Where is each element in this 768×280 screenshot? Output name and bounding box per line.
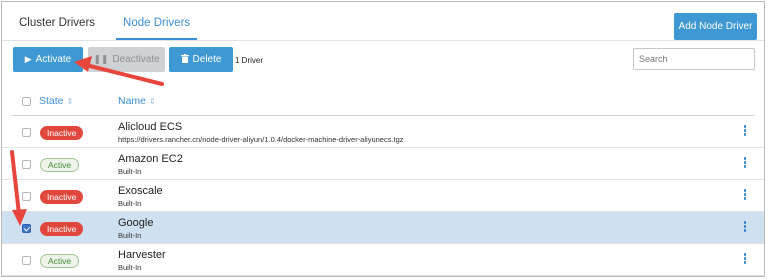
trash-icon bbox=[180, 54, 189, 65]
row-checkbox[interactable] bbox=[22, 224, 31, 233]
node-drivers-panel: Cluster Drivers Node Drivers Add Node Dr… bbox=[1, 1, 765, 277]
search-input[interactable] bbox=[633, 48, 755, 70]
tabs-divider bbox=[2, 40, 764, 41]
driver-detail: Built-In bbox=[118, 199, 142, 208]
driver-detail: https://drivers.rancher.cn/node-driver-a… bbox=[118, 135, 404, 144]
state-column-header[interactable]: State ⇕ bbox=[39, 95, 73, 107]
pause-icon: ❚❚ bbox=[93, 54, 109, 64]
table-row[interactable]: Active Harvester Built-In bbox=[2, 244, 764, 276]
table-row[interactable]: Inactive Alicloud ECS https://drivers.ra… bbox=[2, 116, 764, 148]
driver-detail: Built-In bbox=[118, 231, 142, 240]
delete-button[interactable]: Delete bbox=[169, 47, 233, 72]
status-badge: Inactive bbox=[40, 222, 84, 236]
row-checkbox[interactable] bbox=[22, 128, 31, 137]
activate-label: Activate bbox=[35, 54, 72, 65]
row-checkbox[interactable] bbox=[22, 192, 31, 201]
activate-button[interactable]: ▶ Activate bbox=[13, 47, 83, 72]
table-row[interactable]: Inactive Exoscale Built-In bbox=[2, 180, 764, 212]
table-row[interactable]: Inactive Google Built-In bbox=[2, 212, 764, 244]
table-row[interactable]: Active Amazon EC2 Built-In bbox=[2, 148, 764, 180]
driver-tabs: Cluster Drivers Node Drivers bbox=[2, 2, 198, 40]
kebab-menu-icon[interactable] bbox=[741, 221, 749, 235]
deactivate-label: Deactivate bbox=[112, 54, 160, 65]
add-node-driver-button[interactable]: Add Node Driver bbox=[674, 13, 757, 40]
deactivate-button[interactable]: ❚❚ Deactivate bbox=[88, 47, 165, 72]
selection-count: 1 Driver bbox=[235, 56, 264, 65]
tab-cluster-drivers[interactable]: Cluster Drivers bbox=[12, 2, 102, 40]
status-badge: Inactive bbox=[40, 190, 84, 204]
driver-name[interactable]: Exoscale bbox=[118, 185, 163, 197]
sort-icon: ⇕ bbox=[149, 97, 156, 106]
status-badge: Active bbox=[40, 158, 80, 172]
sort-icon: ⇕ bbox=[66, 97, 74, 106]
status-badge: Inactive bbox=[40, 126, 84, 140]
row-checkbox[interactable] bbox=[22, 160, 31, 169]
tab-node-drivers[interactable]: Node Drivers bbox=[116, 2, 198, 40]
driver-name[interactable]: Google bbox=[118, 217, 153, 229]
play-icon: ▶ bbox=[24, 54, 32, 64]
name-header-label: Name bbox=[118, 95, 147, 107]
status-badge: Active bbox=[40, 254, 80, 268]
select-all-checkbox[interactable] bbox=[22, 97, 31, 106]
driver-name[interactable]: Amazon EC2 bbox=[118, 153, 183, 165]
row-checkbox[interactable] bbox=[22, 256, 31, 265]
name-column-header[interactable]: Name ⇕ bbox=[118, 95, 156, 107]
kebab-menu-icon[interactable] bbox=[741, 125, 749, 139]
kebab-menu-icon[interactable] bbox=[741, 157, 749, 171]
driver-name[interactable]: Harvester bbox=[118, 249, 166, 261]
driver-name[interactable]: Alicloud ECS bbox=[118, 121, 182, 133]
add-node-driver-label: Add Node Driver bbox=[678, 21, 753, 32]
driver-detail: Built-In bbox=[118, 263, 142, 272]
kebab-menu-icon[interactable] bbox=[741, 189, 749, 203]
table-header: State ⇕ Name ⇕ bbox=[2, 86, 764, 116]
delete-label: Delete bbox=[192, 54, 222, 65]
driver-detail: Built-In bbox=[118, 167, 142, 176]
state-header-label: State bbox=[39, 95, 64, 107]
kebab-menu-icon[interactable] bbox=[741, 253, 749, 267]
